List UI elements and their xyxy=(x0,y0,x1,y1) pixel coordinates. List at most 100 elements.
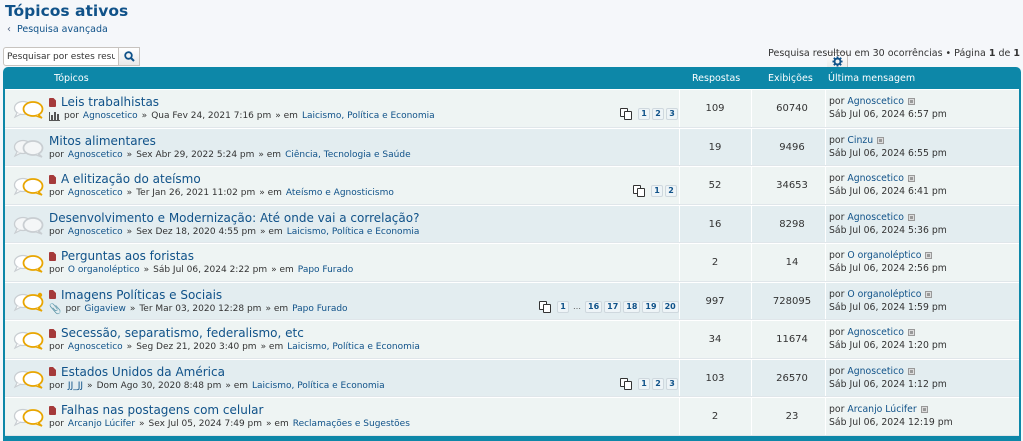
new-post-icon[interactable] xyxy=(49,367,56,376)
view-latest-post-icon[interactable] xyxy=(907,329,915,336)
topic-author-link[interactable]: Agnoscetico xyxy=(68,227,123,237)
table-row: Falhas nas postagens com celular por Arcan… xyxy=(5,397,1019,436)
new-post-icon[interactable] xyxy=(49,290,56,299)
last-post-author-link[interactable]: Arcanjo Lúcifer xyxy=(847,404,916,415)
topic-title-link[interactable]: Leis trabalhistas xyxy=(61,95,159,109)
new-post-icon[interactable] xyxy=(49,328,56,338)
page-link[interactable]: 16 xyxy=(585,300,603,313)
last-post-author-link[interactable]: Agnoscetico xyxy=(847,327,904,338)
forum-link[interactable]: Ateísmo e Agnosticismo xyxy=(286,188,394,198)
separator: » xyxy=(87,380,93,391)
last-post-author-link[interactable]: Agnoscetico xyxy=(847,173,904,184)
page-link[interactable]: 1 xyxy=(638,377,650,390)
header-topics: Tópicos xyxy=(54,73,89,84)
pages-icon xyxy=(620,377,633,390)
forum-link[interactable]: Laicismo, Política e Economia xyxy=(287,342,420,352)
last-post-author-link[interactable]: Agnoscetico xyxy=(847,96,904,107)
by-label: por xyxy=(49,265,64,275)
paperclip-icon: 📎 xyxy=(49,303,62,315)
in-label: » em xyxy=(275,111,298,121)
page-link[interactable]: 20 xyxy=(661,300,679,313)
page-total: 1 xyxy=(1013,48,1020,59)
page-link[interactable]: 1 xyxy=(557,300,569,313)
topic-title-link[interactable]: Falhas nas postagens com celular xyxy=(61,403,263,417)
forum-link[interactable]: Papo Furado xyxy=(298,265,353,275)
views-count: 14 xyxy=(785,257,799,268)
view-latest-post-icon[interactable] xyxy=(877,136,885,144)
page-link[interactable]: 3 xyxy=(666,108,678,120)
separator: » xyxy=(126,149,133,160)
last-post-date: Sáb Jul 06, 2024 2:56 pm xyxy=(829,263,947,274)
advanced-search-link[interactable]: ‹ Pesquisa avançada xyxy=(7,24,108,35)
topic-meta: por Agnoscetico» Ter Jan 26, 2021 11:02 pm… xyxy=(49,188,394,198)
forum-link[interactable]: Laicismo, Política e Economia xyxy=(252,381,385,391)
last-post: por Arcanjo Lúcifer Sáb Jul 06, 2024 12:1… xyxy=(829,403,953,429)
pages-icon xyxy=(620,108,633,120)
forum-link[interactable]: Laicismo, Política e Economia xyxy=(302,111,435,121)
topic-author-link[interactable]: Agnoscetico xyxy=(68,188,123,198)
page-link[interactable]: 2 xyxy=(652,377,664,390)
view-latest-post-icon[interactable] xyxy=(907,367,915,375)
topic-title-line: Imagens Políticas e Sociais xyxy=(49,288,222,302)
search-input[interactable] xyxy=(3,47,119,66)
last-post: por Agnoscetico Sáb Jul 06, 2024 1:12 pm xyxy=(829,365,947,391)
page-link[interactable]: 1 xyxy=(638,108,650,120)
forum-link[interactable]: Papo Furado xyxy=(292,304,347,314)
topic-author-link[interactable]: Agnoscetico xyxy=(68,342,123,352)
last-post-author-link[interactable]: Agnoscetico xyxy=(847,212,904,223)
view-latest-post-icon[interactable] xyxy=(925,290,933,298)
last-post-author-link[interactable]: Cinzu xyxy=(847,135,873,146)
last-post-author-link[interactable]: Agnoscetico xyxy=(847,366,904,377)
new-post-icon[interactable] xyxy=(49,174,56,184)
new-post-icon[interactable] xyxy=(49,405,56,415)
in-label: » em xyxy=(260,342,284,352)
topic-author-link[interactable]: Arcanjo Lúcifer xyxy=(68,419,135,429)
topic-author-link[interactable]: JJ_JJ xyxy=(68,381,83,391)
page-link[interactable]: 2 xyxy=(652,108,664,120)
topic-author-link[interactable]: O organoléptico xyxy=(68,265,140,275)
search-results-box xyxy=(3,47,848,71)
page-title[interactable]: Tópicos ativos xyxy=(5,2,128,20)
topic-author-link[interactable]: Agnoscetico xyxy=(68,150,123,160)
topic-title-line: Estados Unidos da América xyxy=(49,365,225,379)
topics-table: Tópicos Respostas Exibições Última mensa… xyxy=(3,67,1021,441)
page-link[interactable]: 2 xyxy=(665,185,677,197)
topic-title-link[interactable]: Estados Unidos da América xyxy=(61,365,225,379)
pages-icon xyxy=(633,185,646,197)
views-count: 60740 xyxy=(776,103,808,114)
topic-date: Ter Jan 26, 2021 11:02 pm xyxy=(136,188,256,198)
topic-pagination: 12 xyxy=(633,185,677,197)
view-latest-post-icon[interactable] xyxy=(907,175,915,182)
view-latest-post-icon[interactable] xyxy=(907,98,915,105)
page-link[interactable]: 3 xyxy=(666,377,678,390)
forum-link[interactable]: Laicismo, Política e Economia xyxy=(287,227,420,237)
new-post-icon[interactable] xyxy=(49,251,56,261)
topic-title-link[interactable]: Imagens Políticas e Sociais xyxy=(61,288,222,302)
page-link[interactable]: 18 xyxy=(623,300,641,313)
page-link[interactable]: 1 xyxy=(651,185,663,197)
view-latest-post-icon[interactable] xyxy=(925,252,933,259)
topic-unread-icon xyxy=(13,331,44,350)
page-link[interactable]: 19 xyxy=(642,300,660,313)
forum-link[interactable]: Ciência, Tecnologia e Saúde xyxy=(285,150,411,160)
topic-title-link[interactable]: Desenvolvimento e Modernização: Até onde… xyxy=(49,211,419,225)
views-count: 728095 xyxy=(772,295,812,307)
topic-title-link[interactable]: A elitização do ateísmo xyxy=(61,172,201,186)
topic-author-link[interactable]: Gigaview xyxy=(84,304,125,314)
topic-title-link[interactable]: Mitos alimentares xyxy=(49,134,156,148)
new-post-icon[interactable] xyxy=(49,97,56,107)
view-latest-post-icon[interactable] xyxy=(920,406,928,413)
topic-title-link[interactable]: Secessão, separatismo, federalismo, etc xyxy=(61,326,304,340)
last-post-author-link[interactable]: O organoléptico xyxy=(847,250,921,261)
by-label: por xyxy=(829,211,845,223)
forum-link[interactable]: Reclamações e Sugestões xyxy=(293,419,410,429)
last-post-author-link[interactable]: O organoléptico xyxy=(847,289,921,300)
poll-icon xyxy=(49,111,60,121)
topic-title-link[interactable]: Perguntas aos foristas xyxy=(61,249,194,263)
search-button[interactable] xyxy=(119,47,140,66)
topic-unread-icon xyxy=(13,370,44,389)
view-latest-post-icon[interactable] xyxy=(907,213,915,221)
topic-author-link[interactable]: Agnoscetico xyxy=(83,111,138,121)
by-label: por xyxy=(49,380,64,391)
page-link[interactable]: 17 xyxy=(604,300,622,313)
